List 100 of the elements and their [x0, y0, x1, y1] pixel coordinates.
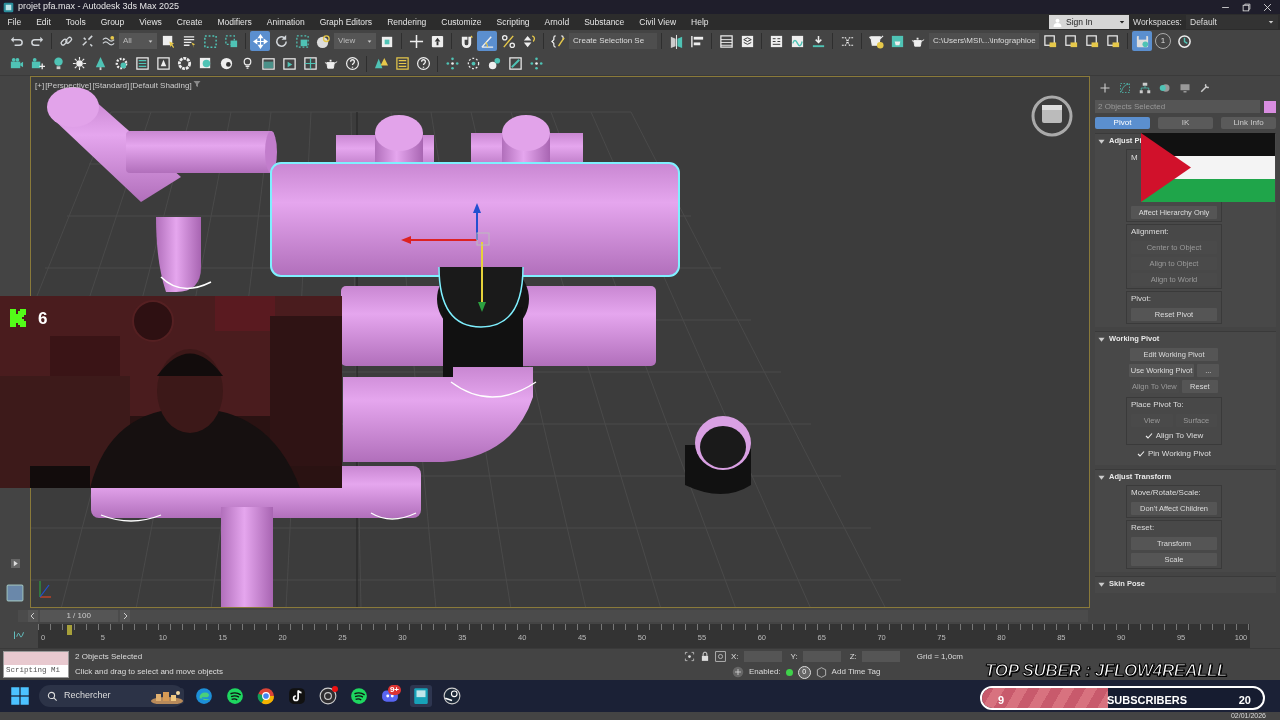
menu-item[interactable]: Create: [169, 15, 210, 29]
hierarchy-tab-icon[interactable]: [1139, 82, 1151, 94]
close-icon[interactable]: [1263, 2, 1272, 12]
panel-tab[interactable]: IK: [1158, 117, 1213, 129]
curve-editor-toggle-icon[interactable]: [11, 630, 27, 642]
window-title: projet pfa.max - Autodesk 3ds Max 2025: [18, 0, 180, 14]
collapse-triangle-icon[interactable]: [1098, 137, 1105, 145]
color-swatch[interactable]: [1264, 100, 1276, 113]
checkbox[interactable]: [1137, 450, 1145, 458]
add-time-tag-button[interactable]: Add Time Tag: [831, 666, 881, 678]
menu-item[interactable]: Arnold: [537, 15, 577, 29]
taskbar-app-button[interactable]: [317, 685, 339, 707]
viewer-count: 6: [38, 308, 48, 330]
isolate-icon[interactable]: [684, 651, 695, 662]
wrench-icon[interactable]: [1199, 82, 1211, 94]
lock-icon[interactable]: [700, 651, 710, 662]
taskbar-app-button[interactable]: [348, 685, 370, 707]
previous-frame-button[interactable]: [27, 610, 38, 622]
next-frame-button[interactable]: [119, 610, 130, 622]
taskbar-app-button[interactable]: [286, 685, 308, 707]
taskbar-app-button[interactable]: [441, 685, 463, 707]
sphere-tab-icon[interactable]: [1159, 82, 1171, 94]
menu-item[interactable]: Graph Editors: [312, 15, 380, 29]
panel-tab[interactable]: Link Info: [1221, 117, 1276, 129]
kick-logo-icon: [8, 308, 28, 328]
move-icon: [252, 33, 268, 49]
pipe[interactable]: [270, 162, 680, 328]
menu-item[interactable]: Group: [93, 15, 132, 29]
folder-icon: [1063, 33, 1079, 49]
play-button[interactable]: [10, 558, 20, 570]
selection-status: 2 Objects Selected: [75, 650, 144, 663]
start-icon[interactable]: [10, 686, 30, 706]
collapse-triangle-icon[interactable]: [1098, 473, 1105, 481]
caret-icon: [148, 38, 153, 44]
taskbar-app-button[interactable]: 9+: [379, 685, 401, 707]
cube-icon[interactable]: [815, 666, 827, 678]
menu-item[interactable]: Substance: [576, 15, 632, 29]
checkbox-label[interactable]: Align To View: [1155, 430, 1204, 442]
search-icon: [47, 690, 58, 702]
list-icon: [134, 56, 150, 71]
viewport-label[interactable]: [Perspective]: [45, 80, 92, 92]
time-slider-track[interactable]: 1 / 100: [18, 610, 1088, 622]
move-gizmo-icon[interactable]: [401, 203, 490, 312]
time-slider-thumb[interactable]: 1 / 100: [39, 610, 118, 622]
menu-item[interactable]: Customize: [433, 15, 489, 29]
grid-icon: [302, 56, 318, 71]
gear-icon: [113, 56, 129, 71]
menu-item[interactable]: Views: [131, 15, 170, 29]
save-icon: [1134, 33, 1150, 49]
save-button[interactable]: [1132, 31, 1152, 51]
search-field[interactable]: Rechercher: [39, 685, 184, 707]
menu-item[interactable]: Modifiers: [209, 15, 260, 29]
note-icon: [288, 687, 306, 705]
project-path-dropdown[interactable]: C:\Users\MSI\...\infographioe: [929, 33, 1039, 49]
checkbox[interactable]: [1144, 432, 1153, 440]
filter-dropdown[interactable]: All: [119, 33, 157, 49]
folder-icon: [1042, 33, 1058, 49]
collapse-triangle-icon[interactable]: [1098, 580, 1105, 588]
restore-icon[interactable]: [1242, 2, 1251, 12]
caret-icon: [1268, 19, 1274, 25]
teapot-gear-icon: [868, 33, 884, 49]
menu-item[interactable]: Scripting: [489, 15, 538, 29]
menu-item[interactable]: Civil View: [631, 15, 684, 29]
viewport-label[interactable]: [+]: [35, 80, 45, 92]
menu-item[interactable]: Edit: [28, 15, 59, 29]
workspace-dropdown[interactable]: Default: [1186, 15, 1278, 29]
layers-icon: [739, 33, 755, 49]
view-cube-icon[interactable]: [1029, 93, 1075, 139]
transform-mode-icon[interactable]: [715, 651, 726, 662]
move-button[interactable]: [250, 31, 270, 51]
taskbar-app-button[interactable]: [224, 685, 246, 707]
sign-in-button[interactable]: Sign In: [1049, 15, 1129, 29]
taskbar-app-button[interactable]: [255, 685, 277, 707]
folder-icon: [1084, 33, 1100, 49]
menu-item[interactable]: Animation: [259, 15, 313, 29]
key-mode-icon[interactable]: [732, 666, 744, 678]
browser-icon: [195, 687, 213, 705]
selection-set-field[interactable]: Create Selection Se: [569, 33, 657, 49]
menu-item[interactable]: Rendering: [379, 15, 434, 29]
crosshair-icon: [408, 33, 424, 49]
sun-icon: [71, 56, 87, 71]
menu-item[interactable]: Tools: [58, 15, 94, 29]
viewport-label[interactable]: [Standard]: [92, 80, 130, 92]
menu-item[interactable]: File: [0, 15, 29, 29]
viewport-label[interactable]: [Default Shading]: [130, 80, 192, 92]
modify-tab-icon[interactable]: [1119, 82, 1131, 94]
create-tab-icon[interactable]: [1099, 82, 1111, 94]
folder-icon: [1105, 33, 1121, 49]
music-icon: [226, 687, 244, 705]
workspaces-label: Workspaces:: [1132, 15, 1183, 29]
checkbox-label[interactable]: Pin Working Pivot: [1148, 448, 1211, 460]
viewport-layout-button[interactable]: [5, 584, 25, 602]
camera-plus-icon: [29, 56, 45, 71]
monitor-tab-icon[interactable]: [1179, 82, 1191, 94]
taskbar-app-button[interactable]: [193, 685, 215, 707]
menu-item[interactable]: Help: [683, 15, 716, 29]
collapse-triangle-icon[interactable]: [1098, 335, 1105, 343]
filter-icon[interactable]: [192, 80, 201, 88]
taskbar-app-button[interactable]: [410, 685, 432, 707]
filter-dropdown[interactable]: View: [334, 33, 376, 49]
